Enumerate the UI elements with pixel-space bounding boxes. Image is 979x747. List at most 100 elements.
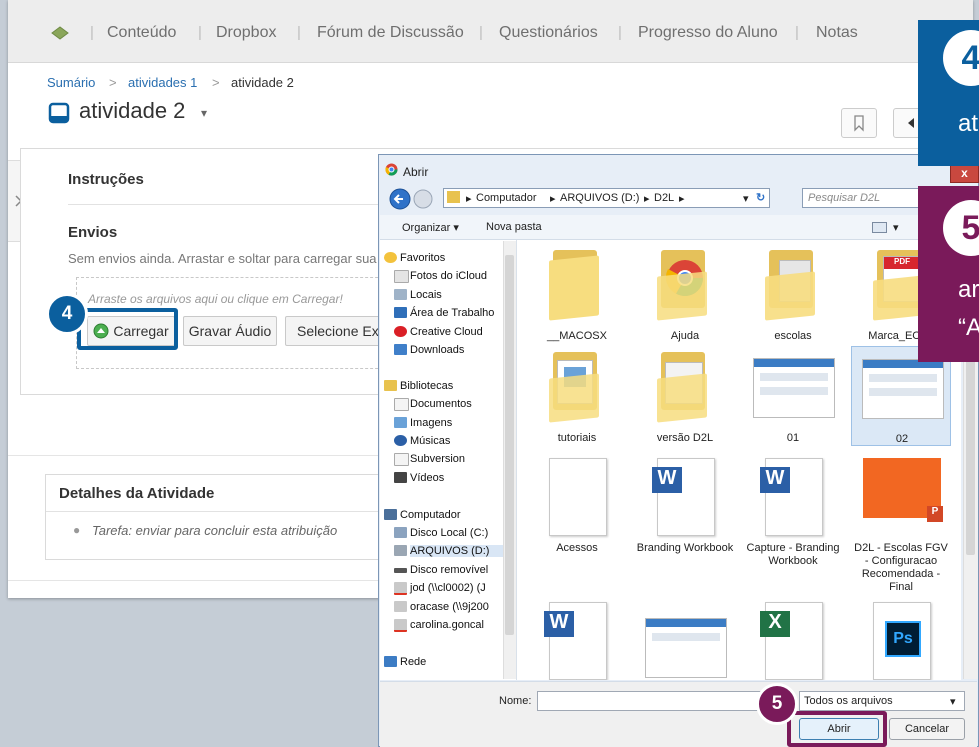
downloads-icon	[394, 344, 407, 355]
tree-item-computador[interactable]: Computador	[384, 509, 461, 521]
filename-input[interactable]	[537, 691, 791, 711]
tree-item-bibliotecas[interactable]: Bibliotecas	[384, 380, 454, 392]
folder-icon	[447, 191, 460, 203]
instruction-panel-step-5: 5 ar “A	[918, 186, 979, 362]
file-item-d2l-escolas[interactable]: P D2L - Escolas FGV - Configuracao Recom…	[851, 456, 951, 596]
folder-front	[873, 275, 923, 321]
file-item-escolas[interactable]: escolas	[743, 244, 843, 344]
tree-item-favoritos[interactable]: Favoritos	[384, 252, 445, 264]
tree-label: Disco removível	[410, 564, 489, 576]
tree-item-musicas[interactable]: Músicas	[394, 435, 451, 447]
cancel-button[interactable]: Cancelar	[889, 718, 965, 740]
file-item-macosx[interactable]: __MACOSX	[527, 244, 627, 344]
star-icon	[384, 252, 397, 263]
nav-separator: |	[618, 24, 622, 41]
dialog-title: Abrir	[403, 165, 429, 179]
dialog-toolbar: Organizar ▾ Nova pasta ▾	[380, 215, 977, 240]
tree-label: oracase (\\9j200	[410, 601, 489, 613]
file-name: 02	[895, 433, 909, 445]
nav-item-forum[interactable]: Fórum de Discussão	[317, 24, 464, 42]
file-name: 01	[786, 432, 800, 444]
path-d2l[interactable]: D2L	[654, 192, 674, 204]
title-menu-arrow[interactable]: ▾	[201, 106, 207, 120]
tree-label: jod (\\cl0002) (J	[410, 582, 486, 594]
bookmark-button[interactable]	[841, 108, 877, 138]
tree-scrollbar[interactable]	[503, 241, 516, 679]
tree-item-carolina[interactable]: carolina.goncal	[394, 619, 484, 632]
tree-item-imagens[interactable]: Imagens	[394, 417, 453, 429]
file-item-capture-branding[interactable]: W Capture - Branding Workbook	[743, 456, 843, 596]
path-separator: ▸	[550, 193, 556, 205]
record-audio-button[interactable]: Gravar Áudio	[183, 316, 277, 346]
breadcrumb-sumario[interactable]: Sumário	[47, 75, 95, 90]
breadcrumb-atividades-1[interactable]: atividades 1	[128, 75, 197, 90]
nav-item-dropbox[interactable]: Dropbox	[216, 24, 276, 42]
folder-front	[549, 373, 599, 423]
refresh-icon[interactable]: ↻	[756, 191, 765, 204]
file-item-photoshop[interactable]: Ps	[851, 600, 951, 680]
nav-item-progresso[interactable]: Progresso do Aluno	[638, 24, 778, 42]
tree-item-oracase[interactable]: oracase (\\9j200	[394, 601, 489, 613]
file-item-tutoriais[interactable]: tutoriais	[527, 346, 627, 446]
tree-item-creative-cloud[interactable]: Creative Cloud	[394, 326, 483, 338]
nav-item-questionarios[interactable]: Questionários	[499, 24, 598, 42]
home-icon[interactable]	[51, 26, 69, 40]
top-navigation: | Conteúdo | Dropbox | Fórum de Discussã…	[8, 0, 973, 63]
tree-label: Subversion	[410, 453, 466, 465]
tree-item-disco-c[interactable]: Disco Local (C:)	[394, 527, 488, 539]
select-existing-button[interactable]: Selecione Exis	[285, 316, 385, 346]
back-arrow-icon[interactable]	[389, 188, 411, 210]
tree-label: Músicas	[410, 435, 451, 447]
tree-item-disco-removivel[interactable]: Disco removível	[394, 564, 489, 576]
file-item-versao-d2l[interactable]: versão D2L	[635, 346, 735, 446]
organize-menu[interactable]: Organizar ▾	[402, 221, 459, 234]
tree-scrollbar-thumb[interactable]	[505, 255, 514, 635]
tree-item-downloads[interactable]: Downloads	[394, 344, 465, 356]
view-options-icon[interactable]	[872, 222, 887, 233]
file-item-branding-workbook[interactable]: W Branding Workbook	[635, 456, 735, 596]
tree-item-subversion[interactable]: Subversion	[394, 453, 466, 466]
tree-label: Downloads	[410, 344, 465, 356]
path-dropdown-icon[interactable]: ▾	[743, 192, 749, 205]
file-name: Acessos	[556, 542, 598, 554]
documents-icon	[394, 398, 409, 411]
new-folder-button[interactable]: Nova pasta	[486, 221, 542, 233]
instruction-step-5-badge: 5	[943, 200, 979, 256]
address-bar[interactable]: ▸ Computador ▸ ARQUIVOS (D:) ▸ D2L ▸ ▾ ↻	[443, 188, 770, 208]
subversion-icon	[394, 453, 409, 466]
tree-item-jod[interactable]: jod (\\cl0002) (J	[394, 582, 486, 595]
powerpoint-icon: P	[927, 506, 943, 522]
path-separator: ▸	[466, 193, 472, 205]
file-name: D2L - Escolas FGV - Configuracao Recomen…	[854, 542, 948, 593]
file-item-image[interactable]	[635, 600, 735, 680]
tree-item-locais[interactable]: Locais	[394, 289, 442, 301]
tree-label: Imagens	[410, 417, 453, 429]
path-computador[interactable]: Computador	[476, 192, 537, 204]
file-item-01[interactable]: 01	[743, 346, 843, 446]
tree-item-documentos[interactable]: Documentos	[394, 398, 472, 411]
tree-item-rede[interactable]: Rede	[384, 656, 426, 668]
callout-highlight-open	[787, 711, 887, 747]
tree-item-arquivos-d[interactable]: ARQUIVOS (D:)	[394, 545, 516, 557]
tree-label: Bibliotecas	[400, 380, 454, 392]
tree-item-videos[interactable]: Vídeos	[394, 472, 444, 484]
dialog-close-button[interactable]: x	[950, 165, 979, 183]
file-name: __MACOSX	[547, 330, 607, 342]
tree-label: Locais	[410, 289, 442, 301]
thumbnail-line	[760, 387, 828, 395]
filetype-select[interactable]: Todos os arquivos ▾	[799, 691, 965, 711]
tree-label: Área de Trabalho	[410, 307, 495, 319]
file-item-word[interactable]: W	[527, 600, 627, 680]
search-input[interactable]: Pesquisar D2L	[802, 188, 932, 208]
view-options-dropdown-icon[interactable]: ▾	[893, 221, 899, 234]
file-item-excel[interactable]: X	[743, 600, 843, 680]
tree-item-desktop[interactable]: Área de Trabalho	[394, 307, 495, 319]
photoshop-document-icon: Ps	[873, 602, 931, 680]
file-item-ajuda[interactable]: Ajuda	[635, 244, 735, 344]
nav-item-notas[interactable]: Notas	[816, 24, 858, 42]
forward-arrow-icon[interactable]	[413, 189, 433, 209]
file-item-acessos[interactable]: Acessos	[527, 456, 627, 596]
tree-item-icloud[interactable]: Fotos do iCloud	[394, 270, 487, 283]
nav-item-conteudo[interactable]: Conteúdo	[107, 24, 176, 42]
path-arquivos[interactable]: ARQUIVOS (D:)	[560, 192, 639, 204]
